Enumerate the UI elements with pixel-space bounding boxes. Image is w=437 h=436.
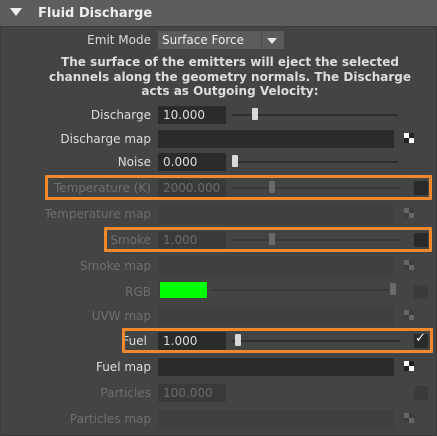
fuel-slider-handle[interactable] xyxy=(235,334,242,346)
map-checker-icon[interactable] xyxy=(404,310,414,320)
section-title: Fluid Discharge xyxy=(38,6,153,21)
discharge-slider-handle[interactable] xyxy=(251,108,258,120)
smoke-slider-track[interactable] xyxy=(232,239,400,241)
temperature-checkbox[interactable] xyxy=(414,181,428,195)
discharge-field[interactable]: 10.000 xyxy=(158,106,226,124)
map-checker-icon[interactable] xyxy=(404,361,414,371)
fuel-label: Fuel xyxy=(122,334,147,348)
particles-label: Particles xyxy=(100,386,151,400)
smoke-map-slot[interactable] xyxy=(158,257,394,275)
emit-mode-value: Surface Force xyxy=(162,33,244,47)
emit-mode-label: Emit Mode xyxy=(87,33,151,47)
temperature-slider-track[interactable] xyxy=(232,187,400,189)
temperature-map-slot[interactable] xyxy=(158,205,394,223)
discharge-label: Discharge xyxy=(90,108,151,122)
particles-map-label: Particles map xyxy=(69,412,151,426)
dropdown-separator xyxy=(261,33,262,47)
map-checker-icon[interactable] xyxy=(404,260,414,270)
particles-field[interactable]: 100.000 xyxy=(158,384,226,402)
emit-mode-description: The surface of the emitters will eject t… xyxy=(48,55,411,98)
particles-map-slot[interactable] xyxy=(158,410,394,428)
map-checker-icon[interactable] xyxy=(404,133,414,143)
map-checker-icon[interactable] xyxy=(404,208,414,218)
particles-checkbox[interactable] xyxy=(414,386,428,400)
emit-mode-dropdown[interactable]: Surface Force xyxy=(158,31,284,49)
noise-label: Noise xyxy=(117,155,151,169)
rgb-checkbox[interactable] xyxy=(414,285,428,299)
collapse-triangle-icon[interactable] xyxy=(10,8,22,16)
noise-field[interactable]: 0.000 xyxy=(158,153,226,171)
fuel-checkbox[interactable]: ✓ xyxy=(414,331,428,348)
smoke-checkbox[interactable] xyxy=(414,233,428,247)
fuel-map-label: Fuel map xyxy=(95,360,151,374)
smoke-map-label: Smoke map xyxy=(79,259,151,273)
fuel-map-slot[interactable] xyxy=(158,358,394,376)
temperature-slider-handle[interactable] xyxy=(268,181,275,193)
chevron-down-icon xyxy=(267,38,277,44)
fuel-slider-track[interactable] xyxy=(232,340,400,342)
smoke-label: Smoke xyxy=(110,233,151,247)
rgb-slider-track[interactable] xyxy=(212,289,396,291)
uvw-map-label: UVW map xyxy=(91,309,151,323)
noise-slider-handle[interactable] xyxy=(232,155,238,167)
smoke-slider-handle[interactable] xyxy=(268,233,275,245)
map-checker-icon[interactable] xyxy=(404,413,414,423)
temperature-map-label: Temperature map xyxy=(44,207,152,221)
rgb-slider-handle[interactable] xyxy=(390,283,396,295)
discharge-map-label: Discharge map xyxy=(60,132,151,146)
smoke-field[interactable]: 1.000 xyxy=(158,231,226,249)
rgb-color-swatch[interactable] xyxy=(160,282,207,298)
fuel-field[interactable]: 1.000 xyxy=(158,332,226,350)
discharge-map-slot[interactable] xyxy=(158,130,394,148)
temperature-field[interactable]: 2000.000 xyxy=(158,179,226,197)
noise-slider-track[interactable] xyxy=(232,161,398,163)
temperature-label: Temperature (K) xyxy=(53,181,151,195)
uvw-map-slot[interactable] xyxy=(158,307,394,325)
checkmark-icon: ✓ xyxy=(415,331,426,346)
rgb-label: RGB xyxy=(125,285,151,299)
section-header[interactable]: Fluid Discharge xyxy=(0,0,437,27)
